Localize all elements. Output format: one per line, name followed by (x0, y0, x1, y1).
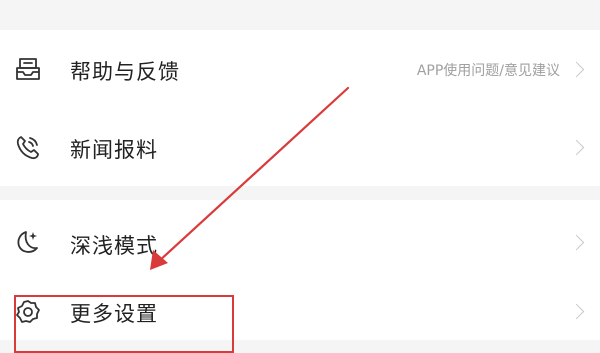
chevron-right-icon (568, 234, 585, 251)
menu-item-help-feedback[interactable]: 帮助与反馈 APP使用问题/意见建议 (0, 30, 600, 108)
chevron-right-icon (568, 139, 585, 156)
chevron-right-icon (568, 61, 585, 78)
menu-item-label: 帮助与反馈 (70, 60, 180, 84)
feedback-icon (14, 55, 42, 83)
chevron-right-icon (568, 303, 585, 320)
settings-screen: 帮助与反馈 APP使用问题/意见建议 新闻报料 深浅模式 更多设置 (0, 0, 600, 353)
menu-item-label: 新闻报料 (70, 138, 158, 162)
menu-group-top: 帮助与反馈 APP使用问题/意见建议 新闻报料 (0, 30, 600, 186)
menu-item-hint: APP使用问题/意见建议 (416, 63, 560, 79)
phone-icon (14, 133, 42, 161)
moon-icon (14, 228, 42, 256)
menu-item-label: 深浅模式 (70, 234, 158, 258)
annotation-highlight-box (14, 295, 234, 353)
menu-item-news-tip[interactable]: 新闻报料 (0, 108, 600, 186)
menu-item-display-mode[interactable]: 深浅模式 (0, 200, 600, 284)
